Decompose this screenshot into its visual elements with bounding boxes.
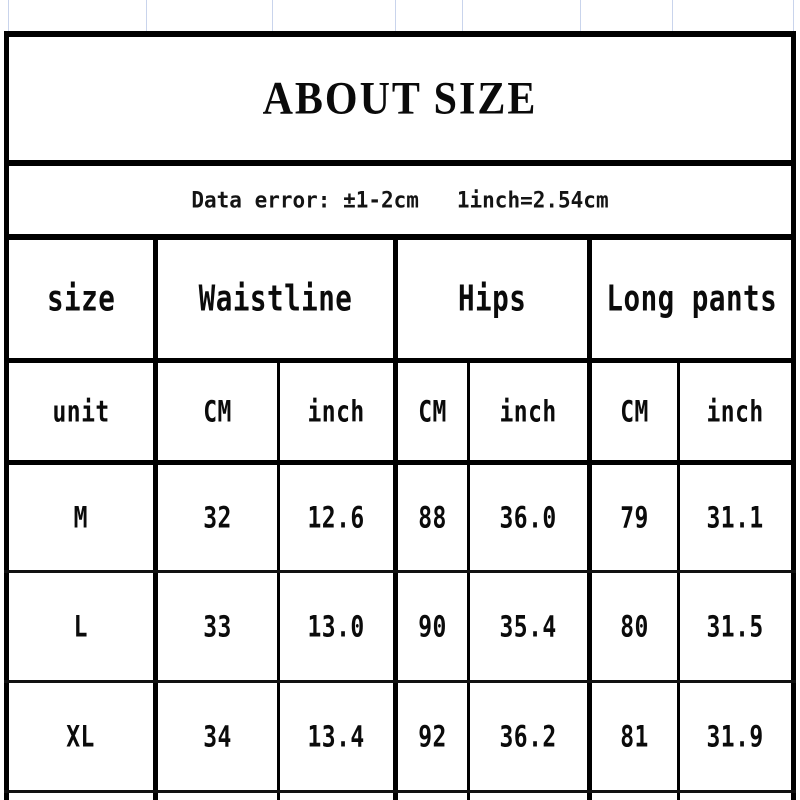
unit-cell-pants-cm: CM bbox=[592, 363, 677, 460]
cell-value: 31.9 bbox=[706, 719, 765, 754]
cell-value: 33 bbox=[203, 609, 232, 644]
measurement-note: Data error: ±1-2cm 1inch=2.54cm bbox=[191, 187, 609, 213]
header-cell-long-pants: Long pants bbox=[592, 240, 791, 358]
header-label: size bbox=[46, 278, 116, 320]
header-label: Waistline bbox=[198, 278, 353, 320]
column-divider bbox=[677, 793, 680, 800]
cell-value: 79 bbox=[620, 500, 649, 535]
unit-cell-waist-cm: CM bbox=[158, 363, 277, 460]
grid-line bbox=[793, 0, 794, 31]
cell-hips-cm: 88 bbox=[398, 465, 467, 570]
cell-value: L bbox=[73, 609, 89, 644]
size-chart-image: ABOUT SIZE Data error: ±1-2cm 1inch=2.54… bbox=[0, 0, 800, 800]
cell-value: 81 bbox=[620, 719, 649, 754]
unit-cell-waist-inch: inch bbox=[280, 363, 393, 460]
table-row: XL 34 13.4 92 36.2 81 31.9 bbox=[9, 683, 791, 790]
table-unit-row: unit CM inch CM inch CM inch bbox=[9, 363, 791, 460]
table-row: L 33 13.0 90 35.4 80 31.5 bbox=[9, 573, 791, 680]
header-label: Long pants bbox=[606, 278, 777, 320]
header-cell-waistline: Waistline bbox=[158, 240, 393, 358]
cell-waist-inch: 13.0 bbox=[280, 573, 393, 680]
subtitle-band: Data error: ±1-2cm 1inch=2.54cm bbox=[9, 166, 791, 234]
cell-pants-cm: 80 bbox=[592, 573, 677, 680]
cell-pants-inch: 31.9 bbox=[680, 683, 791, 790]
cell-value: 36.0 bbox=[499, 500, 558, 535]
unit-cell-pants-inch: inch bbox=[680, 363, 791, 460]
cell-size: XL bbox=[9, 683, 153, 790]
column-divider bbox=[467, 793, 470, 800]
table-header-row: size Waistline Hips Long pants bbox=[9, 240, 791, 358]
grid-line bbox=[580, 0, 581, 31]
cell-value: 13.0 bbox=[307, 609, 366, 644]
cell-value: 90 bbox=[418, 609, 447, 644]
unit-cell-label: unit bbox=[9, 363, 153, 460]
cell-value: XL bbox=[66, 719, 96, 754]
cell-pants-inch: 31.5 bbox=[680, 573, 791, 680]
cell-value: 80 bbox=[620, 609, 649, 644]
cell-pants-cm: 79 bbox=[592, 465, 677, 570]
grid-line bbox=[395, 0, 396, 31]
size-chart-frame: ABOUT SIZE Data error: ±1-2cm 1inch=2.54… bbox=[4, 31, 796, 800]
unit-label: inch bbox=[307, 394, 366, 429]
unit-cell-hips-cm: CM bbox=[398, 363, 467, 460]
spreadsheet-grid-strip bbox=[0, 0, 800, 31]
unit-label: inch bbox=[499, 394, 558, 429]
grid-line bbox=[462, 0, 463, 31]
column-divider bbox=[153, 793, 158, 800]
cell-value: 36.2 bbox=[499, 719, 558, 754]
cell-hips-cm: 92 bbox=[398, 683, 467, 790]
cell-waist-cm: 34 bbox=[158, 683, 277, 790]
table-row: M 32 12.6 88 36.0 79 31.1 bbox=[9, 465, 791, 570]
column-divider bbox=[393, 793, 398, 800]
cell-pants-cm: 81 bbox=[592, 683, 677, 790]
size-table: size Waistline Hips Long pants unit CM i… bbox=[4, 240, 796, 800]
column-divider bbox=[587, 793, 592, 800]
unit-label: CM bbox=[203, 394, 232, 429]
header-cell-size: size bbox=[9, 240, 153, 358]
page-title: ABOUT SIZE bbox=[262, 72, 538, 125]
cell-value: 92 bbox=[418, 719, 447, 754]
grid-line bbox=[672, 0, 673, 31]
title-band: ABOUT SIZE bbox=[9, 37, 791, 160]
unit-label: unit bbox=[52, 394, 110, 429]
cell-pants-inch: 31.1 bbox=[680, 465, 791, 570]
cell-hips-inch: 35.4 bbox=[470, 573, 587, 680]
cell-value: 35.4 bbox=[499, 609, 558, 644]
unit-cell-hips-inch: inch bbox=[470, 363, 587, 460]
unit-label: CM bbox=[418, 394, 447, 429]
cell-hips-inch: 36.2 bbox=[470, 683, 587, 790]
cell-waist-cm: 32 bbox=[158, 465, 277, 570]
grid-line bbox=[8, 0, 9, 31]
cell-value: M bbox=[73, 500, 89, 535]
cell-value: 32 bbox=[203, 500, 232, 535]
unit-label: inch bbox=[706, 394, 765, 429]
cell-waist-cm: 33 bbox=[158, 573, 277, 680]
grid-line bbox=[272, 0, 273, 31]
cell-value: 31.5 bbox=[706, 609, 765, 644]
header-cell-hips: Hips bbox=[398, 240, 587, 358]
cell-value: 13.4 bbox=[307, 719, 366, 754]
cell-hips-inch: 36.0 bbox=[470, 465, 587, 570]
header-label: Hips bbox=[458, 278, 527, 320]
cell-waist-inch: 13.4 bbox=[280, 683, 393, 790]
cell-value: 31.1 bbox=[706, 500, 765, 535]
grid-line bbox=[146, 0, 147, 31]
table-row-clipped bbox=[9, 793, 791, 800]
unit-label: CM bbox=[620, 394, 649, 429]
cell-hips-cm: 90 bbox=[398, 573, 467, 680]
cell-value: 34 bbox=[203, 719, 232, 754]
cell-waist-inch: 12.6 bbox=[280, 465, 393, 570]
column-divider bbox=[277, 793, 280, 800]
cell-value: 88 bbox=[418, 500, 447, 535]
cell-value: 12.6 bbox=[307, 500, 366, 535]
cell-size: L bbox=[9, 573, 153, 680]
cell-size: M bbox=[9, 465, 153, 570]
